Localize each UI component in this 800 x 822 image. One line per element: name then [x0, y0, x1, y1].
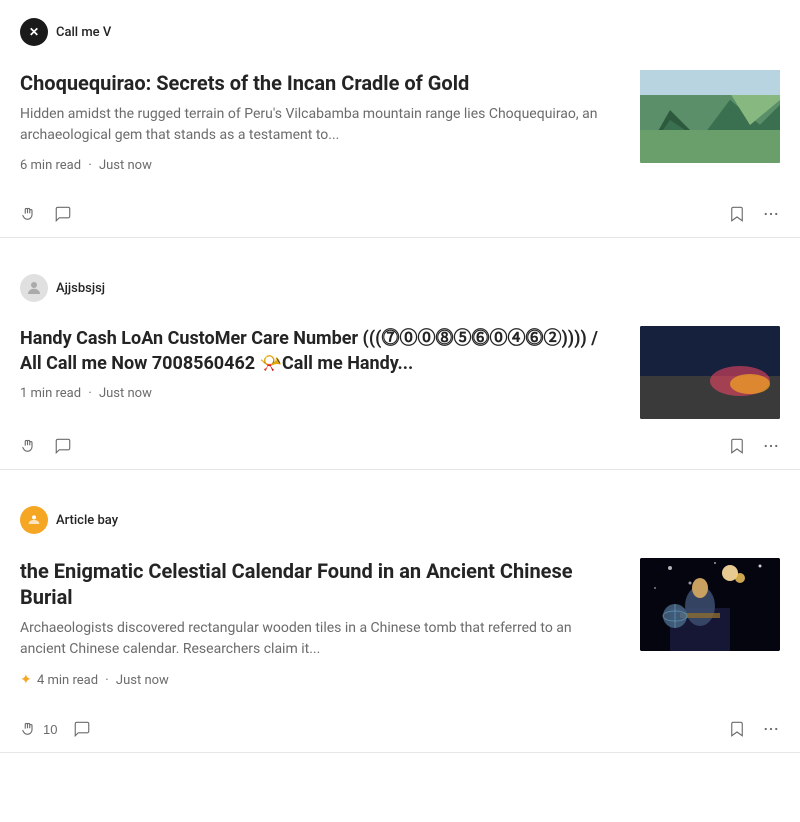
article-content-1: Choquequirao: Secrets of the Incan Cradl… [20, 70, 620, 187]
article-actions-1 [20, 195, 780, 237]
clap-button-1[interactable] [20, 205, 38, 223]
author-header-2: Ajjsbsjsj [0, 256, 800, 302]
more-button-1[interactable] [762, 205, 780, 223]
comment-button-2[interactable] [54, 437, 72, 455]
author-header-1: ✕ Call me V [0, 0, 800, 46]
avatar-1: ✕ [20, 18, 48, 46]
article-actions-2 [20, 427, 780, 469]
save-button-1[interactable] [728, 205, 746, 223]
more-button-2[interactable] [762, 437, 780, 455]
article-card-1: Choquequirao: Secrets of the Incan Cradl… [0, 46, 800, 238]
author-name-2[interactable]: Ajjsbsjsj [56, 281, 105, 296]
comment-button-3[interactable] [73, 720, 91, 738]
article-read-time-3: ✦ 4 min read · Just now [20, 672, 620, 688]
article-card-3: the Enigmatic Celestial Calendar Found i… [0, 534, 800, 753]
clap-count-3: 10 [43, 722, 57, 737]
article-published-2: Just now [99, 386, 152, 401]
article-published-3: Just now [116, 673, 169, 688]
article-thumbnail-3 [640, 558, 780, 651]
article-title-3[interactable]: the Enigmatic Celestial Calendar Found i… [20, 558, 620, 610]
avatar-2 [20, 274, 48, 302]
article-thumbnail-1 [640, 70, 780, 163]
article-title-1[interactable]: Choquequirao: Secrets of the Incan Cradl… [20, 70, 620, 96]
article-content-2: Handy Cash LoAn CustoMer Care Number (((… [20, 326, 620, 415]
clap-button-3[interactable]: 10 [20, 720, 57, 738]
article-excerpt-3: Archaeologists discovered rectangular wo… [20, 618, 620, 660]
article-card-2: Handy Cash LoAn CustoMer Care Number (((… [0, 302, 800, 470]
save-button-3[interactable] [728, 720, 746, 738]
save-button-2[interactable] [728, 437, 746, 455]
avatar-3 [20, 506, 48, 534]
article-published-1: Just now [99, 158, 152, 173]
article-read-time-2: 1 min read · Just now [20, 386, 620, 401]
author-name-1[interactable]: Call me V [56, 25, 111, 40]
clap-button-2[interactable] [20, 437, 38, 455]
comment-button-1[interactable] [54, 205, 72, 223]
article-title-2[interactable]: Handy Cash LoAn CustoMer Care Number (((… [20, 326, 620, 376]
more-button-3[interactable] [762, 720, 780, 738]
article-content-3: the Enigmatic Celestial Calendar Found i… [20, 558, 620, 702]
article-thumbnail-2 [640, 326, 780, 419]
author-header-3: Article bay [0, 488, 800, 534]
author-name-3[interactable]: Article bay [56, 513, 118, 528]
article-actions-3: 10 [20, 710, 780, 752]
member-star: ✦ [20, 672, 32, 688]
article-excerpt-1: Hidden amidst the rugged terrain of Peru… [20, 104, 620, 146]
article-read-time-1: 6 min read · Just now [20, 158, 620, 173]
